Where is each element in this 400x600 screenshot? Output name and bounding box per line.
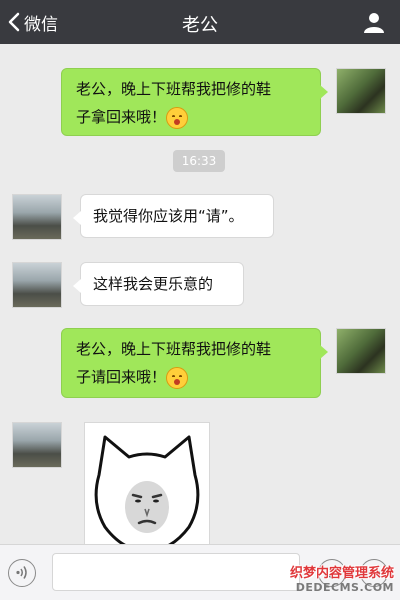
message-line: 老公，晚上下班帮我把修的鞋 — [76, 80, 272, 98]
message-line-with-emoji: 子请回来哦！ — [76, 363, 310, 391]
my-avatar[interactable] — [336, 68, 386, 114]
watermark-line-2: DEDECMS.COM — [295, 581, 394, 594]
message-line: 我觉得你应该用“请”。 — [93, 207, 244, 225]
message-bubble-sent[interactable]: 老公，晚上下班帮我把修的鞋 子拿回来哦！ — [61, 68, 328, 136]
bubble-tail — [320, 345, 328, 359]
bubble-tail — [73, 279, 81, 293]
message-bubble-sent[interactable]: 老公，晚上下班帮我把修的鞋 子请回来哦！ — [61, 328, 328, 398]
voice-button[interactable] — [8, 559, 36, 587]
watermark: 织梦内容管理系统 DEDECMS.COM — [290, 562, 394, 594]
contact-avatar[interactable] — [12, 262, 62, 308]
message-line: 老公，晚上下班帮我把修的鞋 — [76, 340, 272, 358]
message-line: 子拿回来哦！ — [76, 108, 167, 126]
bubble-tail — [73, 211, 81, 225]
voice-icon — [16, 566, 27, 579]
chat-header: 微信 老公 — [0, 0, 400, 44]
person-icon — [364, 13, 384, 33]
bubble-tail — [320, 85, 328, 99]
my-avatar[interactable] — [336, 328, 386, 374]
chat-area: 老公，晚上下班帮我把修的鞋 子拿回来哦！ 16:33 我觉得你应该用“请”。 这… — [0, 44, 400, 580]
contact-avatar[interactable] — [12, 422, 62, 468]
smile-emoji-icon — [166, 106, 189, 129]
message-timestamp: 16:33 — [173, 150, 225, 172]
message-bubble-received[interactable]: 这样我会更乐意的 — [73, 262, 244, 306]
profile-button[interactable] — [362, 10, 386, 34]
chat-title: 老公 — [182, 15, 218, 36]
message-line: 子请回来哦！ — [76, 368, 167, 386]
message-line-with-emoji: 子拿回来哦！ — [76, 103, 310, 131]
message-input[interactable] — [52, 553, 300, 591]
message-bubble-received[interactable]: 我觉得你应该用“请”。 — [73, 194, 274, 238]
watermark-line-1: 织梦内容管理系统 — [289, 566, 394, 581]
contact-avatar[interactable] — [12, 194, 62, 240]
message-line: 这样我会更乐意的 — [93, 275, 214, 293]
smile-emoji-icon — [166, 366, 189, 389]
